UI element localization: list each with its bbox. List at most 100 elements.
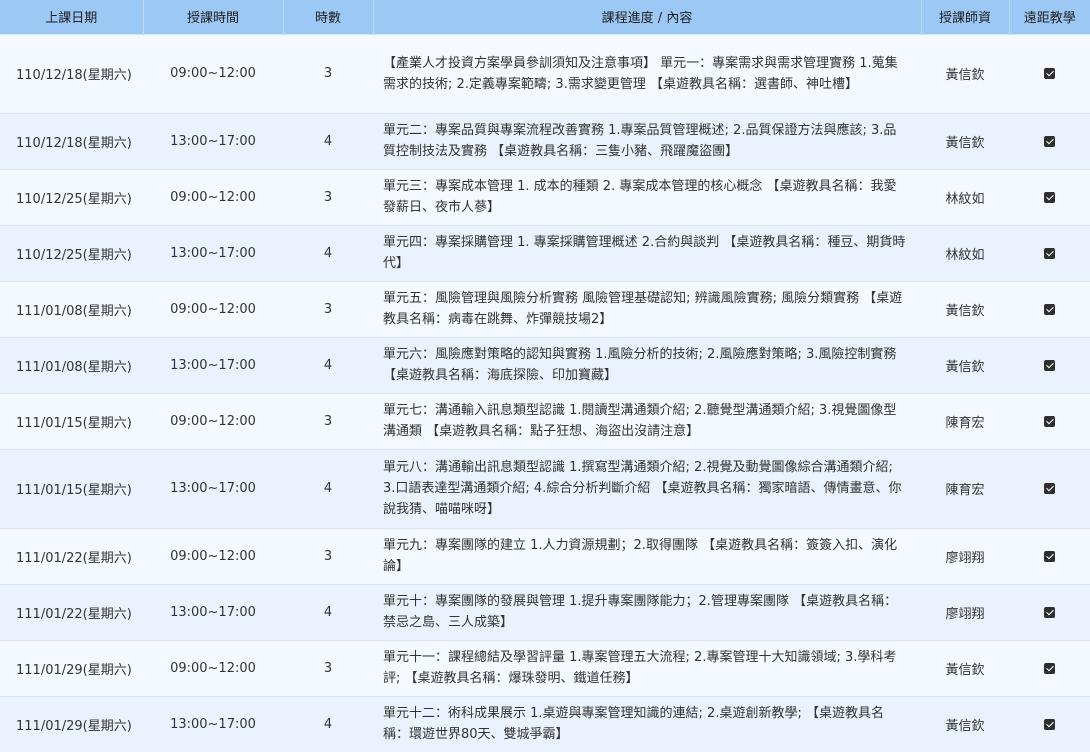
remote-checkbox-icon [1044,415,1055,427]
cell-date: 111/01/08(星期六) [16,359,132,375]
cell-content: 單元二：專案品質與專案流程改善實務 1.專案品質管理概述; 2.品質保證方法與應… [383,123,897,159]
cell-teacher: 黃信欽 [945,135,985,151]
cell-date: 110/12/18(星期六) [16,68,132,83]
cell-teacher: 黃信欽 [945,662,985,678]
remote-checkbox-icon [1044,606,1055,618]
cell-time: 13:00~17:00 [170,481,256,496]
cell-date: 111/01/29(星期六) [16,718,132,734]
cell-teacher: 林紋如 [945,247,985,263]
cell-teacher: 黃信欽 [945,359,985,375]
cell-time: 09:00~12:00 [170,413,256,429]
cell-remote [1009,281,1090,337]
header-date: 上課日期 [0,0,144,34]
cell-date: 111/01/15(星期六) [16,415,132,431]
table-row: 110/12/18(星期六) 09:00~12:00 3 【產業人才投資方案學員參訓須… [0,34,1090,113]
cell-date: 111/01/22(星期六) [16,550,132,566]
cell-hours: 4 [323,604,333,620]
header-teacher: 授課師資 [921,0,1010,34]
cell-remote [1009,584,1090,640]
table-row: 110/12/25(星期六) 13:00~17:00 4 單元四：專案採購管理 1. … [0,225,1090,281]
cell-time: 09:00~12:00 [170,660,256,676]
cell-hours: 3 [323,413,333,429]
cell-date: 110/12/18(星期六) [16,135,132,151]
cell-teacher: 廖翊翔 [945,606,985,622]
cell-hours: 4 [323,357,333,373]
cell-content: 單元九：專案團隊的建立 1.人力資源規劃；2.取得團隊 【桌遊教具名稱：簽簽入扣… [383,538,898,574]
remote-checkbox-icon [1044,68,1055,79]
cell-content: 【產業人才投資方案學員參訓須知及注意事項】 單元一：專案需求與需求管理實務 1.… [383,55,898,92]
remote-checkbox-icon [1044,718,1055,730]
cell-teacher: 廖翊翔 [945,550,985,566]
cell-remote [1009,449,1090,528]
cell-hours: 4 [323,481,333,496]
cell-remote [1009,225,1090,281]
table-row: 111/01/22(星期六) 13:00~17:00 4 單元十：專案團隊的發展與管理… [0,584,1090,640]
cell-content: 單元四：專案採購管理 1. 專案採購管理概述 2.合約與談判 【桌遊教具名稱：種… [383,235,906,271]
table-body: 110/12/18(星期六) 09:00~12:00 3 【產業人才投資方案學員參訓須… [0,34,1090,752]
header-remote: 遠距教學 [1023,11,1076,27]
cell-remote [1009,528,1090,584]
cell-remote [1009,113,1090,169]
cell-teacher: 黃信欽 [945,718,985,734]
table-row: 111/01/15(星期六) 09:00~12:00 3 單元七：溝通輸入訊息類型認識… [0,393,1090,449]
cell-content: 單元十：專案團隊的發展與管理 1.提升專案團隊能力；2.管理專案團隊 【桌遊教具… [383,594,898,630]
header-row: 上課日期 授課時間 時數 課程進度 / 內容 授課師資 遠距教學 [0,0,1090,34]
table-row: 111/01/08(星期六) 13:00~17:00 4 單元六：風險應對策略的認知與… [0,337,1090,393]
cell-time: 09:00~12:00 [170,66,256,81]
cell-remote [1009,640,1090,696]
cell-content: 單元七：溝通輸入訊息類型認識 1.閱讀型溝通類介紹; 2.聽覺型溝通類介紹; 3… [383,403,897,439]
cell-content: 單元八：溝通輸出訊息類型認識 1.撰寫型溝通類介紹; 2.視覺及動覺圖像綜合溝通… [383,460,902,517]
cell-time: 13:00~17:00 [170,604,256,620]
table-header: 上課日期 授課時間 時數 課程進度 / 內容 授課師資 遠距教學 [0,0,1090,34]
cell-remote [1009,169,1090,225]
remote-checkbox-icon [1044,135,1055,147]
header-time: 授課時間 [143,0,284,34]
cell-hours: 4 [323,245,333,261]
cell-teacher: 陳育宏 [945,415,985,431]
table-row: 111/01/08(星期六) 09:00~12:00 3 單元五：風險管理與風險分析實… [0,281,1090,337]
cell-hours: 3 [323,660,333,676]
cell-time: 09:00~12:00 [170,301,256,317]
cell-remote [1009,696,1090,752]
table-row: 111/01/29(星期六) 13:00~17:00 4 單元十二：術科成果展示 1.… [0,696,1090,752]
cell-hours: 3 [323,66,333,81]
cell-remote [1009,393,1090,449]
cell-date: 111/01/08(星期六) [16,303,132,319]
cell-teacher: 林紋如 [945,191,985,207]
cell-hours: 3 [323,189,333,205]
header-content: 課程進度 / 內容 [373,0,922,34]
cell-hours: 4 [323,133,333,149]
cell-time: 13:00~17:00 [170,716,256,732]
cell-hours: 4 [323,716,333,732]
remote-checkbox-icon [1044,550,1055,562]
cell-time: 13:00~17:00 [170,357,256,373]
cell-remote [1009,337,1090,393]
remote-checkbox-icon [1044,191,1055,203]
table-row: 110/12/18(星期六) 13:00~17:00 4 單元二：專案品質與專案流程改… [0,113,1090,169]
cell-date: 111/01/29(星期六) [16,662,132,678]
cell-date: 110/12/25(星期六) [16,247,132,263]
table-row: 111/01/29(星期六) 09:00~12:00 3 單元十一：課程總結及學習評量… [0,640,1090,696]
course-schedule-table: 上課日期 授課時間 時數 課程進度 / 內容 授課師資 遠距教學 110/12/… [0,0,1090,752]
table-row: 110/12/25(星期六) 09:00~12:00 3 單元三：專案成本管理 1. … [0,169,1090,225]
remote-checkbox-icon [1044,359,1055,371]
remote-checkbox-icon [1044,303,1055,315]
cell-content: 單元十二：術科成果展示 1.桌遊與專案管理知識的連結; 2.桌遊創新教學; 【桌… [383,706,884,743]
cell-hours: 3 [323,548,333,564]
cell-teacher: 黃信欽 [945,303,985,319]
cell-remote [1009,34,1090,113]
cell-time: 13:00~17:00 [170,133,256,149]
cell-content: 單元三：專案成本管理 1. 成本的種類 2. 專案成本管理的核心概念 【桌遊教具… [383,179,897,215]
cell-date: 110/12/25(星期六) [16,191,132,207]
cell-teacher: 黃信欽 [945,68,985,83]
cell-hours: 3 [323,301,333,317]
cell-date: 111/01/22(星期六) [16,606,132,622]
header-hours: 時數 [283,0,374,34]
cell-content: 單元六：風險應對策略的認知與實務 1.風險分析的技術; 2.風險應對策略; 3.… [383,347,897,383]
table-row: 111/01/22(星期六) 09:00~12:00 3 單元九：專案團隊的建立 1.… [0,528,1090,584]
cell-time: 13:00~17:00 [170,245,256,261]
cell-teacher: 陳育宏 [945,483,985,498]
cell-date: 111/01/15(星期六) [16,483,132,498]
cell-time: 09:00~12:00 [170,189,256,205]
remote-checkbox-icon [1044,247,1055,259]
